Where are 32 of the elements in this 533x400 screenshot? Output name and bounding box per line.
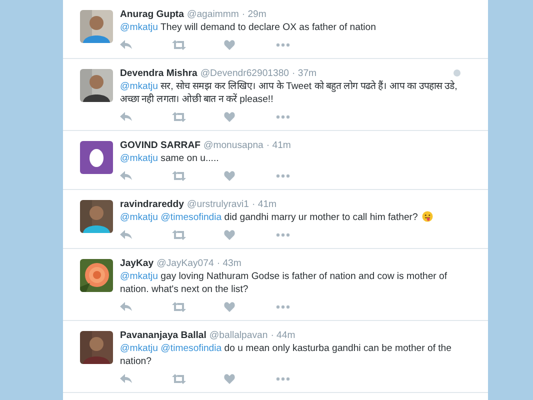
mention-link[interactable]: @timesofindia	[160, 212, 222, 223]
user-name[interactable]: Anurag Gupta	[120, 9, 184, 21]
user-name[interactable]: GOVIND SARRAF	[120, 140, 200, 152]
user-handle[interactable]: @ballalpavan	[209, 330, 268, 342]
tweet-time[interactable]: · 44m	[270, 330, 296, 342]
user-handle[interactable]: @urstrulyravi1	[187, 199, 249, 211]
tweet-time[interactable]: · 41m	[266, 140, 291, 152]
tweet-time[interactable]: · 43m	[216, 258, 242, 270]
mention-link[interactable]: @mkatju	[120, 271, 158, 282]
mention-link[interactable]: @mkatju	[120, 212, 158, 223]
mention-link[interactable]: @mkatju	[120, 343, 158, 354]
user-name[interactable]: Devendra Mishra	[120, 68, 198, 80]
user-handle[interactable]: @JayKay074	[156, 258, 214, 270]
mention-link[interactable]: @mkatju	[120, 153, 158, 164]
user-name[interactable]: Pavananjaya Ballal	[120, 330, 206, 342]
tweet-time[interactable]: · 29m	[242, 9, 266, 21]
tweet-text: @mkatju @timesofindia did gandhi marry ur mother to call him father?	[120, 211, 466, 224]
mention-link[interactable]: @mkatju	[120, 22, 158, 33]
mention-link[interactable]: @timesofindia	[160, 343, 222, 354]
user-handle[interactable]: @Devendr62901380	[200, 68, 289, 80]
tweet-text: @mkatju gay loving Nathuram Godse is father of nation and cow is mother of nation. what's next on the list?	[120, 270, 448, 296]
tweet-text: @mkatju सर, सोच समझ कर लिखिए। आप के Tweet को बहुत लोग पढते हैं। आप का उपहास उडे, अच्छा नही लगता। ओछी बात न करें please!!	[120, 80, 458, 106]
user-name[interactable]: ravindrareddy	[120, 199, 184, 211]
tweet-text: @mkatju same on u.....	[120, 152, 220, 165]
user-handle[interactable]: @monusapna	[203, 140, 264, 152]
tweet-time[interactable]: · 37m	[292, 68, 317, 80]
user-handle[interactable]: @agaimmm	[186, 9, 239, 21]
mention-link[interactable]: @mkatju	[120, 81, 158, 92]
tweet-time[interactable]: · 41m	[252, 199, 277, 211]
tweet-text: @mkatju @timesofindia do u mean only kasturba gandhi can be mother of the nation?	[120, 342, 452, 368]
user-name[interactable]: JayKay	[120, 258, 154, 270]
tweet-text: @mkatju They will demand to declare OX as father of nation	[120, 21, 377, 34]
